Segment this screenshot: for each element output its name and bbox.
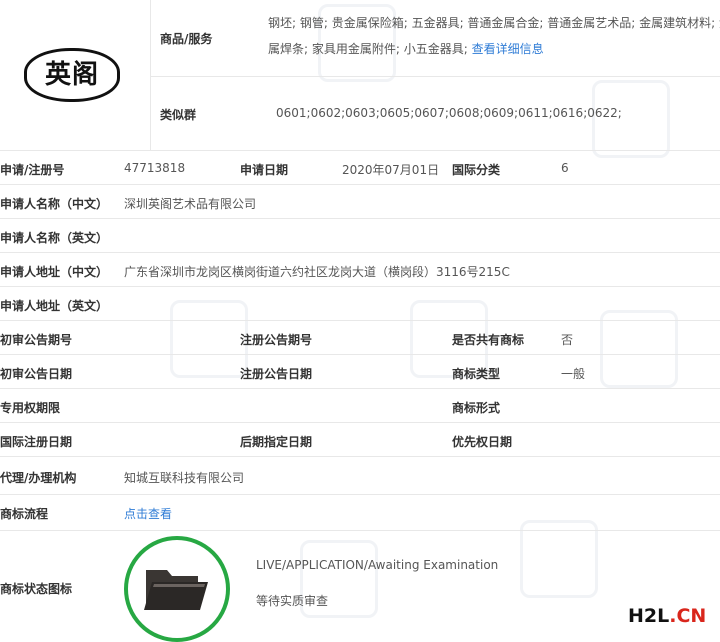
prelim-date-label: 初审公告日期 — [0, 367, 73, 381]
row-process: 商标流程 点击查看 — [0, 494, 720, 531]
tm-form-label: 商标形式 — [452, 401, 501, 415]
address-cn-label: 申请人地址（中文） — [0, 265, 109, 279]
row-announcement-date: 初审公告日期 注册公告日期 商标类型 一般 — [0, 354, 720, 389]
shared-label: 是否共有商标 — [452, 333, 525, 347]
later-date-label: 后期指定日期 — [240, 435, 313, 449]
goods-line-2: 属焊条; 家具用金属附件; 小五金器具; 查看详细信息 — [268, 42, 544, 56]
reg-no-label: 申请/注册号 — [0, 163, 65, 177]
intl-class-label: 国际分类 — [452, 163, 501, 177]
row-address-en: 申请人地址（英文） — [0, 286, 720, 321]
process-link[interactable]: 点击查看 — [124, 505, 172, 522]
tm-type-value: 一般 — [561, 367, 586, 381]
h2l-watermark-logo: H2L.CN — [628, 605, 707, 627]
tm-type-label: 商标类型 — [452, 367, 501, 381]
reg-pub-no-label: 注册公告期号 — [240, 333, 313, 347]
reg-no-value: 47713818 — [124, 161, 186, 175]
status-icon-label: 商标状态图标 — [0, 582, 73, 596]
trademark-image: 英阁 — [0, 0, 151, 150]
agent-value: 知城互联科技有限公司 — [124, 471, 245, 485]
address-cn-value: 广东省深圳市龙岗区横岗街道六约社区龙岗大道（横岗段）3116号215C — [124, 265, 510, 279]
row-exclusive: 专用权期限 商标形式 — [0, 388, 720, 423]
apply-date-label: 申请日期 — [240, 163, 289, 177]
reg-pub-date-label: 注册公告日期 — [240, 367, 313, 381]
goods-detail-link[interactable]: 查看详细信息 — [472, 42, 544, 56]
row-agent: 代理/办理机构 知城互联科技有限公司 — [0, 456, 720, 495]
similar-group-value: 0601;0602;0603;0605;0607;0608;0609;0611;… — [276, 106, 622, 120]
prelim-no-label: 初审公告期号 — [0, 333, 73, 347]
row-applicant-cn: 申请人名称（中文） 深圳英阁艺术品有限公司 — [0, 184, 720, 219]
status-ring — [124, 536, 230, 642]
goods-line-1: 钢坯; 钢管; 贵金属保险箱; 五金器具; 普通金属合金; 普通金属艺术品; 金… — [268, 16, 720, 30]
apply-date-value: 2020年07月01日 — [342, 163, 440, 177]
process-label: 商标流程 — [0, 507, 49, 521]
row-status: 商标状态图标 — [0, 530, 720, 639]
row-reg-no: 申请/注册号 47713818 申请日期 2020年07月01日 国际分类 6 — [0, 150, 720, 185]
row-announcement-no: 初审公告期号 注册公告期号 是否共有商标 否 — [0, 320, 720, 355]
row-intl-dates: 国际注册日期 后期指定日期 优先权日期 — [0, 422, 720, 457]
applicant-cn-value: 深圳英阁艺术品有限公司 — [124, 197, 257, 211]
shared-value: 否 — [561, 333, 574, 347]
status-cn: 等待实质审查 — [256, 594, 329, 608]
folder-icon — [144, 570, 208, 610]
intl-class-value: 6 — [561, 161, 569, 175]
goods-label: 商品/服务 — [160, 32, 213, 46]
similar-group-label: 类似群 — [160, 108, 197, 122]
status-en: LIVE/APPLICATION/Awaiting Examination — [256, 558, 499, 572]
address-en-label: 申请人地址（英文） — [0, 299, 109, 313]
goods-block: 英阁 商品/服务 钢坯; 钢管; 贵金属保险箱; 五金器具; 普通金属合金; 普… — [0, 0, 720, 151]
exclusive-label: 专用权期限 — [0, 401, 61, 415]
intl-reg-date-label: 国际注册日期 — [0, 435, 73, 449]
goods-list: 钢坯; 钢管; 贵金属保险箱; 五金器具; 普通金属合金; 普通金属艺术品; 金… — [268, 10, 720, 62]
agent-label: 代理/办理机构 — [0, 471, 77, 485]
row-address-cn: 申请人地址（中文） 广东省深圳市龙岗区横岗街道六约社区龙岗大道（横岗段）3116… — [0, 252, 720, 287]
row-applicant-en: 申请人名称（英文） — [0, 218, 720, 253]
applicant-cn-label: 申请人名称（中文） — [0, 197, 109, 211]
priority-date-label: 优先权日期 — [452, 435, 513, 449]
applicant-en-label: 申请人名称（英文） — [0, 231, 109, 245]
trademark-logo: 英阁 — [24, 48, 120, 102]
